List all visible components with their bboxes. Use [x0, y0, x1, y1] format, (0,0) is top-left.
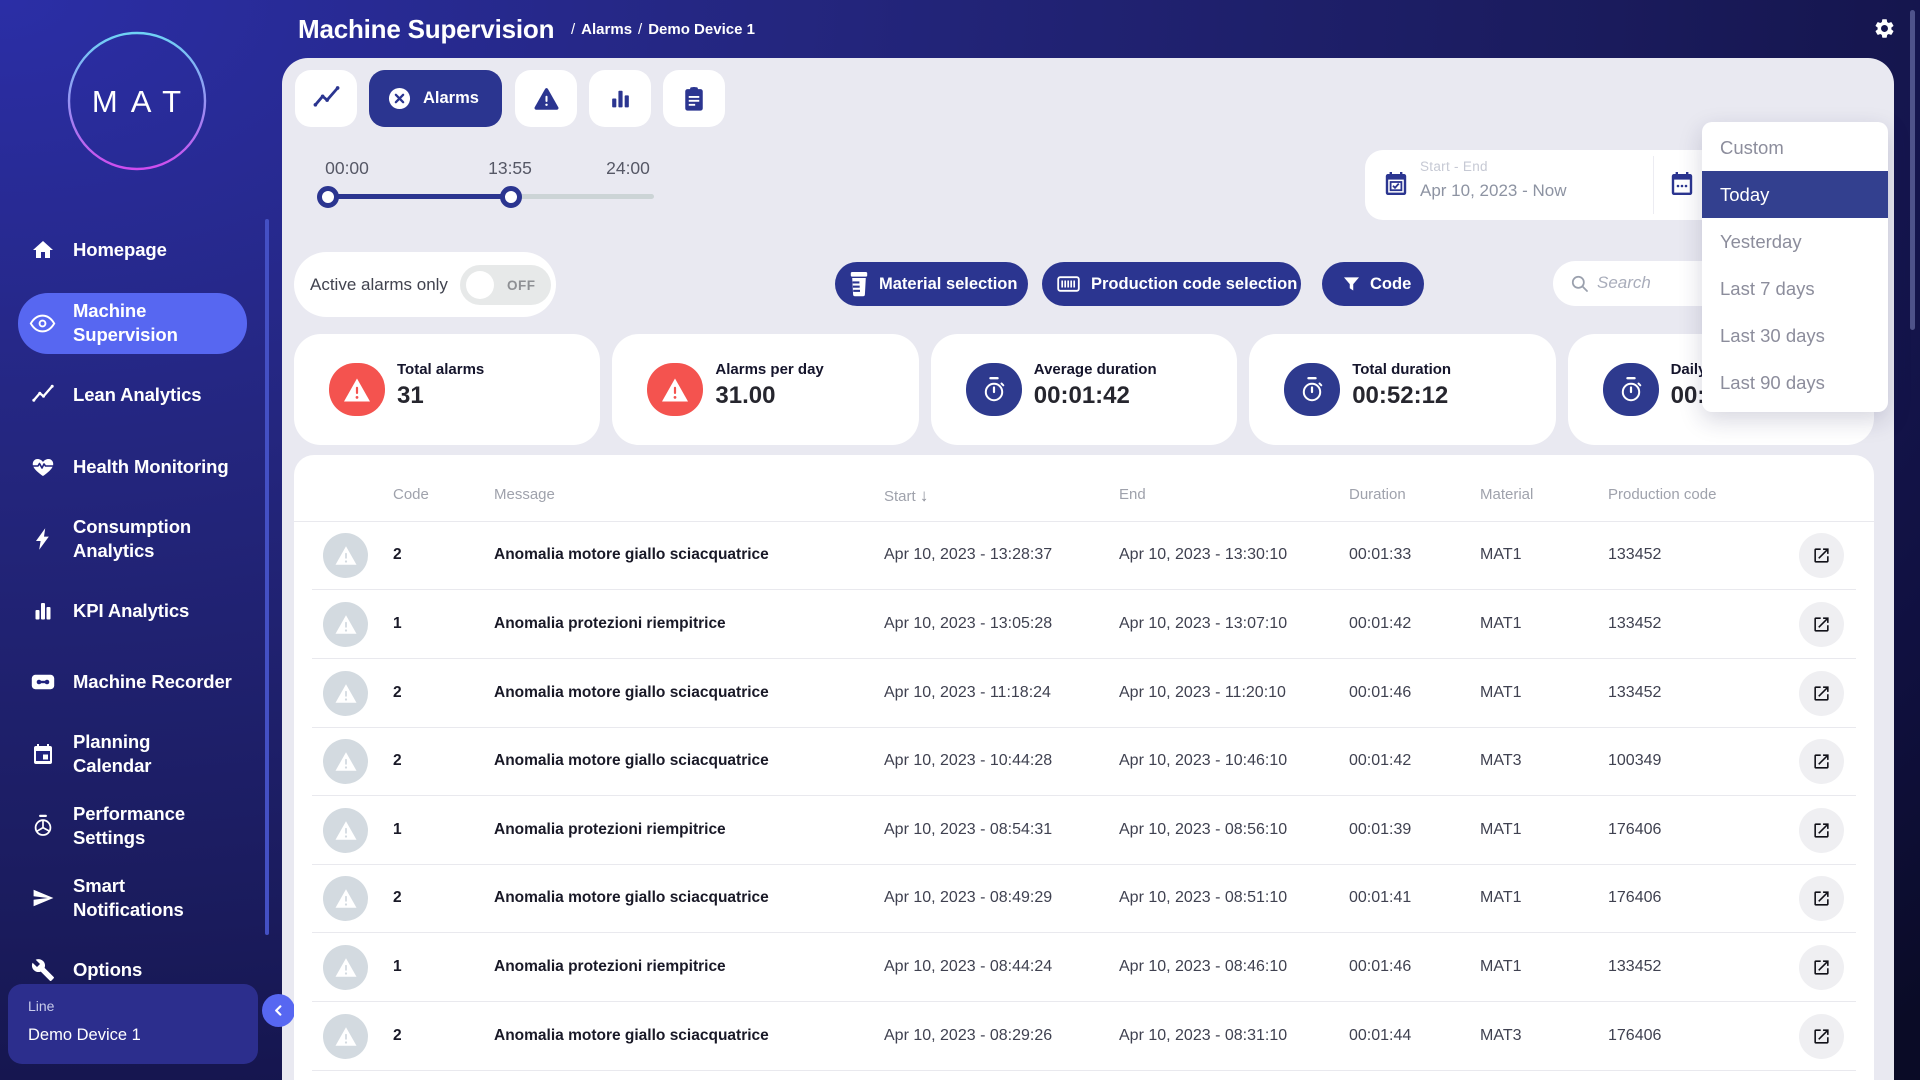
svg-text:MAT: MAT: [92, 84, 194, 119]
